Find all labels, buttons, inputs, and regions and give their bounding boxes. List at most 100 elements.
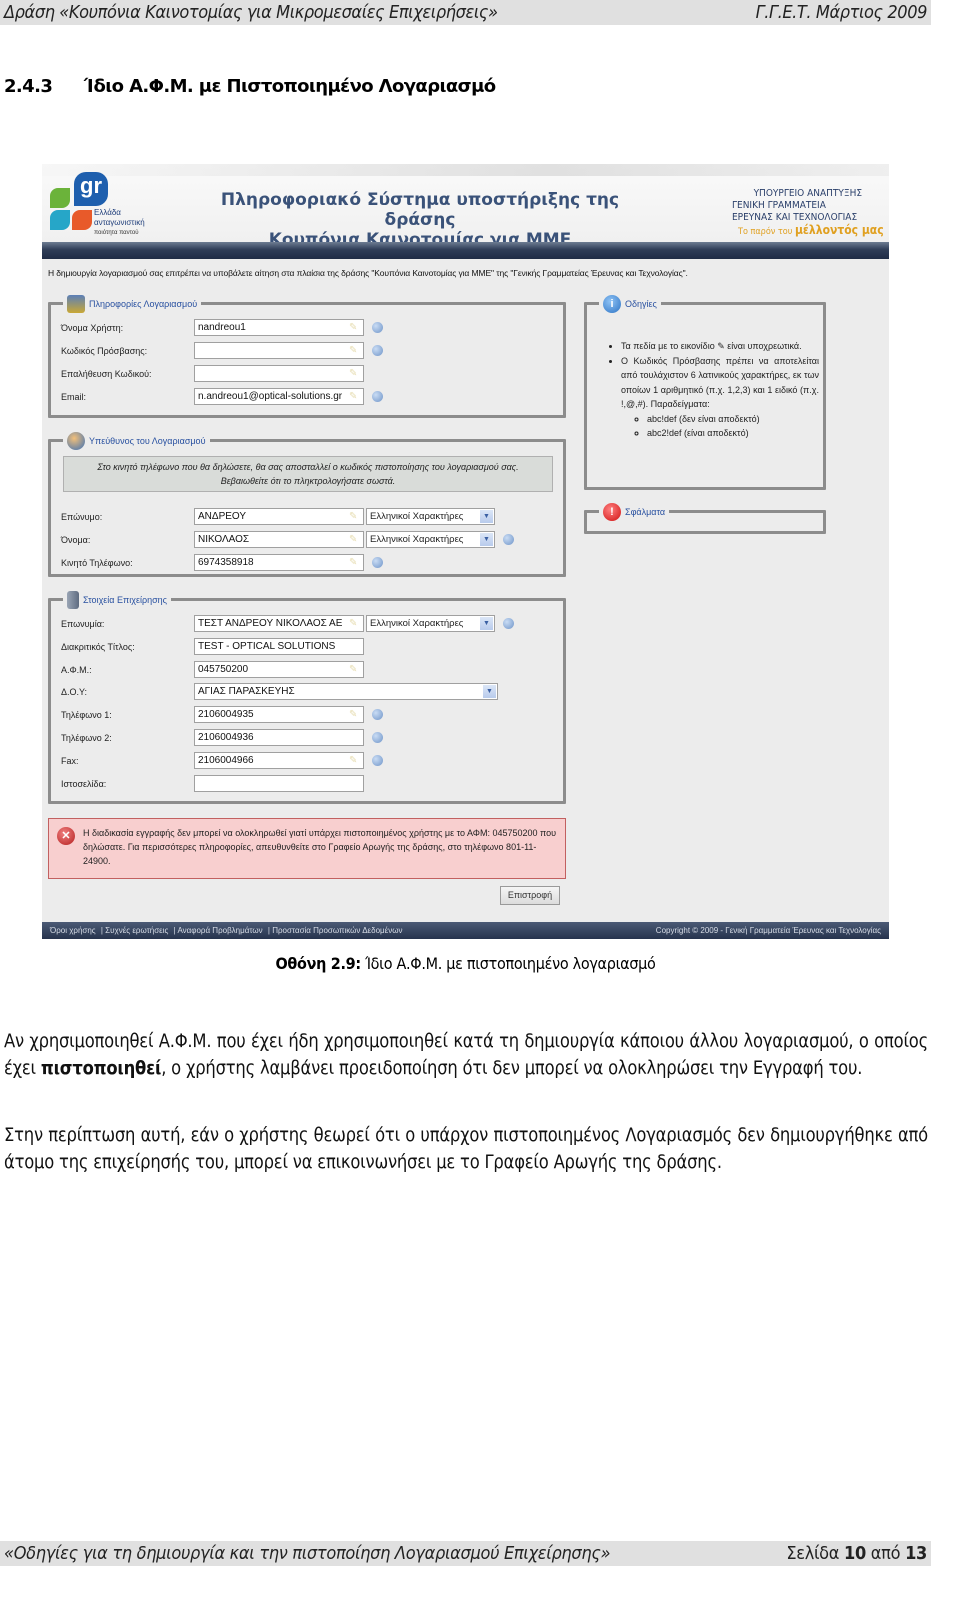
- password-confirm-input[interactable]: ✎: [194, 365, 364, 382]
- help-icon[interactable]: [372, 391, 383, 402]
- field-row-username: Όνομα Χρήστη: nandreou1 ✎: [61, 319, 383, 336]
- afm-input[interactable]: 045750200 ✎: [194, 661, 364, 678]
- phone1-label: Τηλέφωνο 1:: [61, 709, 112, 720]
- guide-item-password: Ο Κωδικός Πρόσβασης πρέπει να αποτελείτα…: [621, 354, 819, 441]
- trade-title-input[interactable]: TEST - OPTICAL SOLUTIONS: [194, 638, 364, 655]
- sms-notice: Στο κινητό τηλέφωνο που θα δηλώσετε, θα …: [63, 456, 553, 492]
- ministry-slogan: Το παρόν του μέλλοντός μας: [738, 224, 884, 238]
- company-fieldset: Στοιχεία Επιχείρησης Επωνυμία: ΤΕΣΤ ΑΝΔΡ…: [48, 591, 566, 804]
- field-row-password-confirm: Επαλήθευση Κωδικού: ✎: [61, 365, 364, 382]
- password-label: Κωδικός Πρόσβασης:: [61, 345, 148, 356]
- ministry-line1: ΥΠΟΥΡΓΕΙΟ ΑΝΑΠΤΥΞΗΣ: [753, 188, 863, 199]
- surname-charset-select[interactable]: Ελληνικοί Χαρακτήρες ▼: [366, 508, 495, 525]
- firstname-input[interactable]: ΝΙΚΟΛΑΟΣ ✎: [194, 531, 364, 548]
- field-row-website: Ιστοσελίδα:: [61, 775, 364, 792]
- help-icon[interactable]: [503, 534, 514, 545]
- surname-label: Επώνυμο:: [61, 511, 103, 522]
- company-legend: Στοιχεία Επιχείρησης: [63, 591, 171, 609]
- site-banner: gr Ελλάδα ανταγωνιστική ποιότητα παντού …: [42, 164, 889, 250]
- paragraph-2: Στην περίπτωση αυτή, εάν ο χρήστης θεωρε…: [4, 1125, 928, 1173]
- company-name-charset-select[interactable]: Ελληνικοί Χαρακτήρες ▼: [366, 615, 495, 632]
- required-pencil-icon: ✎: [349, 368, 358, 379]
- header-title: Δράση «Κουπόνια Καινοτομίας για Μικρομεσ…: [4, 2, 498, 23]
- system-title: Πληροφοριακό Σύστημα υποστήριξης της δρά…: [190, 190, 650, 250]
- phone2-input[interactable]: 2106004936: [194, 729, 364, 746]
- email-input[interactable]: n.andreou1@optical-solutions.gr ✎: [194, 388, 364, 405]
- fax-label: Fax:: [61, 755, 79, 766]
- help-icon[interactable]: [372, 755, 383, 766]
- footer-title: «Οδηγίες για τη δημιουργία και την πιστο…: [4, 1543, 611, 1564]
- company-title: Στοιχεία Επιχείρησης: [83, 595, 167, 605]
- page-label: Σελίδα: [786, 1543, 840, 1564]
- field-row-surname: Επώνυμο: ΑΝΔΡΕΟΥ ✎ Ελληνικοί Χαρακτήρες ▼: [61, 508, 495, 525]
- section-title-text: Ίδιο Α.Φ.Μ. με Πιστοποιημένο Λογαριασμό: [83, 76, 496, 97]
- surname-input[interactable]: ΑΝΔΡΕΟΥ ✎: [194, 508, 364, 525]
- firstname-charset-select[interactable]: Ελληνικοί Χαρακτήρες ▼: [366, 531, 495, 548]
- errors-legend: ! Σφάλματα: [599, 503, 670, 521]
- figure-caption: Οθόνη 2.9: Ίδιο Α.Φ.Μ. με πιστοποιημένο …: [0, 954, 931, 973]
- caption-text: Ίδιο Α.Φ.Μ. με πιστοποιημένο λογαριασμό: [360, 954, 656, 973]
- guide-legend: i Οδηγίες: [599, 295, 661, 313]
- help-icon[interactable]: [503, 618, 514, 629]
- chevron-down-icon: ▼: [480, 617, 493, 630]
- phone1-input[interactable]: 2106004935 ✎: [194, 706, 364, 723]
- username-input[interactable]: nandreou1 ✎: [194, 319, 364, 336]
- required-pencil-icon: ✎: [349, 709, 358, 720]
- nav-bar: [42, 242, 889, 259]
- field-row-firstname: Όνομα: ΝΙΚΟΛΑΟΣ ✎ Ελληνικοί Χαρακτήρες ▼: [61, 531, 514, 548]
- doy-label: Δ.Ο.Υ:: [61, 686, 88, 697]
- sms-notice-line1: Στο κινητό τηλέφωνο που θα δηλώσετε, θα …: [97, 462, 519, 472]
- website-input[interactable]: [194, 775, 364, 792]
- required-pencil-icon: ✎: [349, 391, 358, 402]
- website-label: Ιστοσελίδα:: [61, 778, 107, 789]
- error-message-text: Η διαδικασία εγγραφής δεν μπορεί να ολοκ…: [83, 828, 557, 866]
- required-pencil-icon: ✎: [349, 534, 358, 545]
- help-icon[interactable]: [372, 345, 383, 356]
- logo-text-3: ποιότητα παντού: [94, 230, 139, 236]
- help-icon[interactable]: [372, 732, 383, 743]
- guide-title: Οδηγίες: [625, 299, 657, 309]
- company-name-input[interactable]: ΤΕΣΤ ΑΝΔΡΕΟΥ ΝΙΚΟΛΑΟΣ ΑΕ ✎: [194, 615, 364, 632]
- fax-input[interactable]: 2106004966 ✎: [194, 752, 364, 769]
- help-icon[interactable]: [372, 557, 383, 568]
- help-icon[interactable]: [372, 322, 383, 333]
- footer-link-report[interactable]: Αναφορά Προβλημάτων: [177, 926, 262, 935]
- doy-select[interactable]: ΑΓΙΑΣ ΠΑΡΑΣΚΕΥΗΣ ▼: [194, 683, 498, 700]
- afm-label: Α.Φ.Μ.:: [61, 664, 92, 675]
- page-number: Σελίδα 10 από 13: [786, 1543, 927, 1564]
- field-row-doy: Δ.Ο.Υ: ΑΓΙΑΣ ΠΑΡΑΣΚΕΥΗΣ ▼: [61, 683, 498, 700]
- guide-item-required: Τα πεδία με το εικονίδιο ✎ είναι υποχρεω…: [621, 339, 819, 354]
- chevron-down-icon: ▼: [480, 510, 493, 523]
- footer-links: Όροι χρήσης | Συχνές ερωτήσεις | Αναφορά…: [50, 926, 403, 935]
- required-pencil-icon: ✎: [349, 345, 358, 356]
- account-info-fieldset: Πληροφορίες Λογαριασμού Όνομα Χρήστη: na…: [48, 295, 566, 418]
- field-row-email: Email: n.andreou1@optical-solutions.gr ✎: [61, 388, 383, 405]
- back-button[interactable]: Επιστροφή: [500, 886, 560, 905]
- footer-link-faq[interactable]: Συχνές ερωτήσεις: [105, 926, 168, 935]
- field-row-password: Κωδικός Πρόσβασης: ✎: [61, 342, 383, 359]
- required-pencil-icon: ✎: [349, 755, 358, 766]
- slogan-prefix: Το παρόν του: [738, 227, 793, 237]
- current-page: 10: [844, 1543, 866, 1564]
- mobile-label: Κινητό Τηλέφωνο:: [61, 557, 133, 568]
- required-pencil-icon: ✎: [349, 618, 358, 629]
- password-input[interactable]: ✎: [194, 342, 364, 359]
- footer-link-privacy[interactable]: Προστασία Προσωπικών Δεδομένων: [272, 926, 402, 935]
- error-x-icon: ✕: [57, 827, 75, 845]
- field-row-mobile: Κινητό Τηλέφωνο: 6974358918 ✎: [61, 554, 383, 571]
- help-icon[interactable]: [372, 709, 383, 720]
- header-date: Γ.Γ.Ε.Τ. Μάρτιος 2009: [755, 2, 928, 23]
- guide-example-good: abc2!def (είναι αποδεκτό): [647, 426, 819, 441]
- chevron-down-icon: ▼: [480, 533, 493, 546]
- guide-list: Τα πεδία με το εικονίδιο ✎ είναι υποχρεω…: [609, 339, 819, 441]
- account-computer-icon: [67, 295, 85, 313]
- username-label: Όνομα Χρήστη:: [61, 322, 124, 333]
- firstname-label: Όνομα:: [61, 534, 91, 545]
- field-row-afm: Α.Φ.Μ.: 045750200 ✎: [61, 661, 364, 678]
- field-row-company-name: Επωνυμία: ΤΕΣΤ ΑΝΔΡΕΟΥ ΝΙΚΟΛΑΟΣ ΑΕ ✎ Ελλη…: [61, 615, 514, 632]
- errors-fieldset: ! Σφάλματα: [584, 503, 826, 534]
- account-owner-fieldset: Υπεύθυνος του Λογαριασμού Στο κινητό τηλ…: [48, 432, 566, 577]
- footer-link-terms[interactable]: Όροι χρήσης: [50, 926, 96, 935]
- mobile-input[interactable]: 6974358918 ✎: [194, 554, 364, 571]
- required-pencil-icon: ✎: [349, 511, 358, 522]
